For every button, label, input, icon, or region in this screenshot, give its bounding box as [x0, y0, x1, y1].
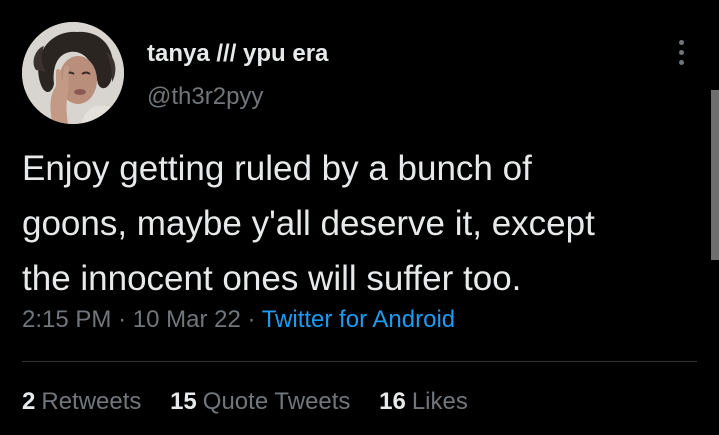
quote-tweets-count: 15 [170, 388, 197, 415]
quote-tweets-stat[interactable]: 15 Quote Tweets [170, 388, 350, 416]
meta-separator: · [247, 306, 256, 333]
display-name[interactable]: tanya /// ypu era [147, 40, 328, 68]
tweet-date[interactable]: 10 Mar 22 [133, 306, 241, 333]
quote-tweets-label: Quote Tweets [202, 388, 351, 415]
tweet-detail: tanya /// ypu era @th3r2pyy Enjoy gettin… [0, 0, 719, 435]
user-handle[interactable]: @th3r2pyy [147, 83, 263, 111]
meta-separator: · [118, 306, 127, 333]
retweets-label: Retweets [41, 388, 142, 415]
avatar[interactable] [22, 22, 124, 124]
tweet-stats: 2 Retweets 15 Quote Tweets 16 Likes [22, 388, 490, 416]
likes-label: Likes [411, 388, 468, 415]
tweet-text-line: Enjoy getting ruled by a bunch of [22, 149, 532, 188]
tweet-metadata: 2:15 PM · 10 Mar 22 · Twitter for Androi… [22, 306, 455, 334]
profile-photo-icon [22, 22, 124, 124]
tweet-text-line: goons, maybe y'all deserve it, except [22, 204, 595, 243]
retweets-count: 2 [22, 388, 36, 415]
retweets-stat[interactable]: 2 Retweets [22, 388, 141, 416]
divider [22, 361, 697, 362]
likes-count: 16 [379, 388, 406, 415]
tweet-source-link[interactable]: Twitter for Android [262, 306, 455, 333]
more-options-button[interactable] [668, 36, 696, 70]
tweet-text-line: the innocent ones will suffer too. [22, 259, 522, 298]
likes-stat[interactable]: 16 Likes [379, 388, 468, 416]
tweet-time[interactable]: 2:15 PM [22, 306, 111, 333]
tweet-text: Enjoy getting ruled by a bunch of goons,… [22, 141, 702, 306]
scrollbar[interactable] [711, 90, 719, 260]
